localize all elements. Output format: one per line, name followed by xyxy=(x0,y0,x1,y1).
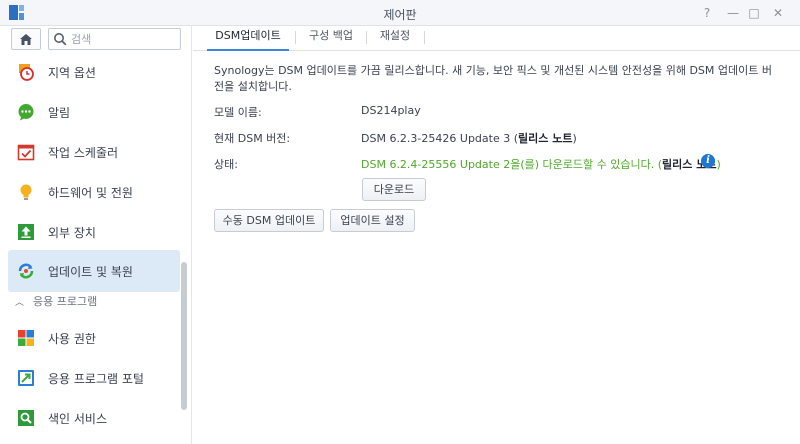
sidebar-item-hardware-power[interactable]: 하드웨어 및 전원 xyxy=(8,172,180,212)
section-header-label: 응용 프로그램 xyxy=(33,295,98,308)
manual-dsm-update-button[interactable]: 수동 DSM 업데이트 xyxy=(214,209,324,232)
status-row: DSM 6.2.4-25556 Update 2을(를) 다운로드할 수 있습니… xyxy=(361,158,721,171)
index-search-icon xyxy=(17,409,35,427)
maximize-button[interactable]: □ xyxy=(745,4,763,22)
download-button[interactable]: 다운로드 xyxy=(362,178,426,201)
sidebar-item-privileges[interactable]: 사용 권한 xyxy=(8,318,180,358)
sidebar-item-indexing-service[interactable]: 색인 서비스 xyxy=(8,398,180,438)
sidebar-item-update-restore[interactable]: 업데이트 및 복원 xyxy=(8,250,180,292)
sidebar-scrollbar[interactable] xyxy=(181,262,187,410)
home-button[interactable] xyxy=(11,28,41,50)
status-label: 상태: xyxy=(214,158,238,171)
section-header-applications[interactable]: ︿ 응용 프로그램 xyxy=(8,290,180,312)
refresh-icon xyxy=(17,262,35,280)
tab-reset[interactable]: 재설정 xyxy=(372,26,418,51)
sidebar-item-label: 알림 xyxy=(48,105,71,120)
update-settings-button[interactable]: 업데이트 설정 xyxy=(330,209,415,232)
current-version-row: DSM 6.2.3-25426 Update 3 (릴리스 노트) xyxy=(361,132,577,145)
tab-configuration-backup[interactable]: 구성 백업 xyxy=(301,26,361,51)
sidebar-item-label: 색인 서비스 xyxy=(48,411,108,426)
sidebar-item-application-portal[interactable]: 응용 프로그램 포털 xyxy=(8,358,180,398)
sidebar-item-notifications[interactable]: 알림 xyxy=(8,92,180,132)
tab-bar: DSM업데이트 구성 백업 재설정 xyxy=(193,26,800,51)
status-value: DSM 6.2.4-25556 Update 2을(를) 다운로드할 수 있습니… xyxy=(361,158,663,171)
title-bar: 제어판 ? — □ ✕ xyxy=(0,0,800,26)
sidebar-item-label: 사용 권한 xyxy=(48,331,96,346)
chat-bubble-icon xyxy=(17,103,35,121)
grid-icon xyxy=(17,329,35,347)
clock-icon xyxy=(17,63,35,81)
description-text: Synology는 DSM 업데이트를 가끔 릴리스합니다. 새 기능, 보안 … xyxy=(214,64,772,93)
sidebar-item-label: 작업 스케줄러 xyxy=(48,145,119,160)
release-notes-link[interactable]: 릴리스 노트 xyxy=(518,132,572,145)
sidebar-item-label: 하드웨어 및 전원 xyxy=(48,185,133,200)
sidebar-item-label: 지역 옵션 xyxy=(48,65,96,80)
main-panel: DSM업데이트 구성 백업 재설정 Synology는 DSM 업데이트를 가끔… xyxy=(193,26,800,444)
sidebar: 지역 옵션 알림 작업 스케줄러 하드웨어 및 전원 외부 장치 업데이트 및 … xyxy=(0,26,192,444)
home-icon xyxy=(20,34,32,45)
tab-dsm-update[interactable]: DSM업데이트 xyxy=(207,26,289,51)
close-button[interactable]: ✕ xyxy=(769,4,787,22)
info-icon[interactable]: i xyxy=(701,154,715,168)
search-input[interactable] xyxy=(71,31,177,47)
model-label: 모델 이름: xyxy=(214,106,262,119)
lightbulb-icon xyxy=(17,183,35,201)
sidebar-item-external-devices[interactable]: 외부 장치 xyxy=(8,212,180,252)
sidebar-item-task-scheduler[interactable]: 작업 스케줄러 xyxy=(8,132,180,172)
chevron-up-icon: ︿ xyxy=(15,297,25,308)
sidebar-item-regional-options[interactable]: 지역 옵션 xyxy=(8,52,180,92)
sidebar-item-label: 응용 프로그램 포털 xyxy=(48,371,144,386)
minimize-button[interactable]: — xyxy=(724,4,742,22)
search-box[interactable] xyxy=(48,28,181,50)
calendar-check-icon xyxy=(17,143,35,161)
window-title: 제어판 xyxy=(383,8,417,22)
portal-arrow-icon xyxy=(17,369,35,387)
current-version-value: DSM 6.2.3-25426 Update 3 ( xyxy=(361,132,519,145)
model-value: DS214play xyxy=(361,104,421,117)
help-button[interactable]: ? xyxy=(698,4,716,22)
sidebar-item-label: 업데이트 및 복원 xyxy=(48,264,133,279)
search-icon xyxy=(54,33,67,46)
current-version-label: 현재 DSM 버전: xyxy=(214,132,291,145)
sidebar-item-label: 외부 장치 xyxy=(48,225,96,240)
upload-arrow-icon xyxy=(17,223,35,241)
